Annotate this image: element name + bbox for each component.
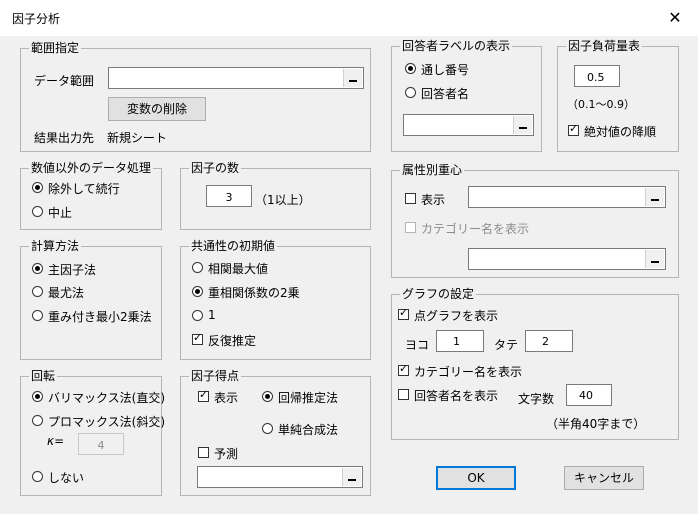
graph-respondent-checkbox[interactable] (398, 389, 409, 400)
output-destination-label: 結果出力先 (34, 131, 95, 145)
respondent-name-label: 回答者名 (421, 87, 470, 101)
num-factors-value: 3 (225, 191, 233, 204)
communality-smc-label: 重相関係数の2乗 (208, 286, 300, 300)
attribute-group-title: 属性別重心 (400, 163, 465, 177)
graph-scatter-checkbox[interactable] (398, 306, 409, 320)
method-wls-radio[interactable] (32, 310, 43, 321)
graph-chars-value: 40 (579, 389, 593, 402)
factor-score-show-checkbox[interactable] (198, 388, 209, 402)
loading-threshold-value: 0.5 (587, 71, 605, 84)
data-range-picker-icon[interactable] (343, 69, 362, 87)
nonnumeric-group-title: 数値以外のデータ処理 (29, 161, 154, 175)
method-principal-radio[interactable] (32, 263, 43, 274)
rotation-varimax-label: バリマックス法(直交) (48, 391, 166, 405)
rotation-varimax-radio[interactable] (32, 391, 43, 402)
respondent-serial-label: 通し番号 (421, 63, 470, 77)
respondent-name-radio[interactable] (405, 87, 416, 98)
attribute-show-label: 表示 (421, 193, 446, 207)
factor-score-predict-label: 予測 (214, 447, 239, 461)
factor-score-predict-picker-icon[interactable] (342, 468, 361, 486)
factor-score-predict-checkbox[interactable] (198, 447, 209, 458)
rotation-promax-radio[interactable] (32, 415, 43, 426)
rotation-promax-label: プロマックス法(斜交) (48, 415, 166, 429)
nonnumeric-group: 数値以外のデータ処理 (20, 161, 162, 230)
rotation-none-radio[interactable] (32, 471, 43, 482)
factor-score-regression-radio[interactable] (262, 391, 273, 402)
respondent-name-picker-icon[interactable] (513, 116, 532, 134)
communality-maxcorr-label: 相関最大値 (208, 262, 269, 276)
attribute-category-label: カテゴリー名を表示 (421, 222, 530, 236)
communality-smc-radio[interactable] (192, 286, 203, 297)
method-wls-label: 重み付き最小2乗法 (48, 310, 152, 324)
attribute-show-picker-icon[interactable] (645, 188, 664, 206)
method-ml-radio[interactable] (32, 286, 43, 297)
graph-x-label: ヨコ (405, 338, 430, 352)
output-destination-value: 新規シート (107, 131, 168, 145)
num-factors-input[interactable]: 3 (206, 185, 252, 207)
communality-one-radio[interactable] (192, 310, 203, 321)
loading-sort-checkbox[interactable] (568, 122, 579, 136)
data-range-input[interactable] (108, 67, 364, 89)
graph-x-input[interactable]: 1 (436, 330, 484, 352)
rotation-none-label: しない (48, 471, 85, 485)
respondent-name-input[interactable] (403, 114, 534, 136)
attribute-show-input[interactable] (468, 186, 666, 208)
communality-maxcorr-radio[interactable] (192, 262, 203, 273)
loading-sort-label: 絶対値の降順 (584, 125, 657, 139)
cancel-button[interactable]: キャンセル (564, 466, 644, 490)
attribute-category-picker-icon[interactable] (645, 250, 664, 268)
method-ml-label: 最尤法 (48, 286, 85, 300)
factor-score-simple-radio[interactable] (262, 423, 273, 434)
range-group-title: 範囲指定 (29, 41, 82, 55)
rotation-group-title: 回転 (29, 369, 58, 383)
kappa-input: 4 (78, 433, 124, 455)
title-bar: 因子分析 ✕ (0, 0, 698, 36)
close-icon[interactable]: ✕ (652, 0, 698, 36)
method-group-title: 計算方法 (29, 239, 82, 253)
communality-iterate-label: 反復推定 (208, 334, 257, 348)
nonnumeric-exclude-label: 除外して続行 (48, 182, 120, 196)
graph-x-value: 1 (453, 335, 460, 348)
nonnumeric-exclude-radio[interactable] (32, 182, 43, 193)
communality-group-title: 共通性の初期値 (189, 239, 278, 253)
delete-variables-button[interactable]: 変数の削除 (108, 97, 206, 121)
attribute-category-input[interactable] (468, 248, 666, 270)
loading-threshold-hint: （0.1〜0.9） (567, 98, 635, 111)
kappa-label: κ= (47, 434, 65, 448)
graph-chars-hint: （半角40字まで） (546, 417, 646, 431)
graph-y-input[interactable]: 2 (525, 330, 573, 352)
method-principal-label: 主因子法 (48, 263, 97, 277)
communality-one-label: 1 (208, 308, 216, 322)
graph-chars-label: 文字数 (518, 392, 555, 406)
graph-category-label: カテゴリー名を表示 (414, 365, 523, 379)
window-title: 因子分析 (12, 12, 61, 26)
ok-button[interactable]: OK (436, 466, 516, 490)
graph-scatter-label: 点グラフを表示 (414, 309, 499, 323)
graph-respondent-label: 回答者名を表示 (414, 389, 499, 403)
factor-score-simple-label: 単純合成法 (278, 423, 339, 437)
graph-y-label: タテ (494, 338, 519, 352)
factor-score-regression-label: 回帰推定法 (278, 391, 339, 405)
nonnumeric-abort-label: 中止 (48, 206, 73, 220)
factor-score-predict-input[interactable] (197, 466, 363, 488)
data-range-label: データ範囲 (34, 74, 95, 88)
nonnumeric-abort-radio[interactable] (32, 206, 43, 217)
num-factors-hint: （1以上） (255, 193, 311, 207)
attribute-show-checkbox[interactable] (405, 193, 416, 204)
factor-score-show-label: 表示 (214, 391, 239, 405)
kappa-value: 4 (97, 439, 105, 452)
loading-threshold-input[interactable]: 0.5 (574, 65, 620, 87)
graph-category-checkbox[interactable] (398, 362, 409, 376)
respondent-label-title: 回答者ラベルの表示 (400, 39, 513, 53)
attribute-category-checkbox (405, 222, 416, 233)
graph-group-title: グラフの設定 (400, 287, 477, 301)
graph-chars-input[interactable]: 40 (566, 384, 612, 406)
respondent-serial-radio[interactable] (405, 63, 416, 74)
communality-iterate-checkbox[interactable] (192, 331, 203, 345)
graph-y-value: 2 (542, 335, 549, 348)
loading-group-title: 因子負荷量表 (566, 39, 643, 53)
factor-score-title: 因子得点 (189, 369, 242, 383)
num-factors-title: 因子の数 (189, 161, 242, 175)
